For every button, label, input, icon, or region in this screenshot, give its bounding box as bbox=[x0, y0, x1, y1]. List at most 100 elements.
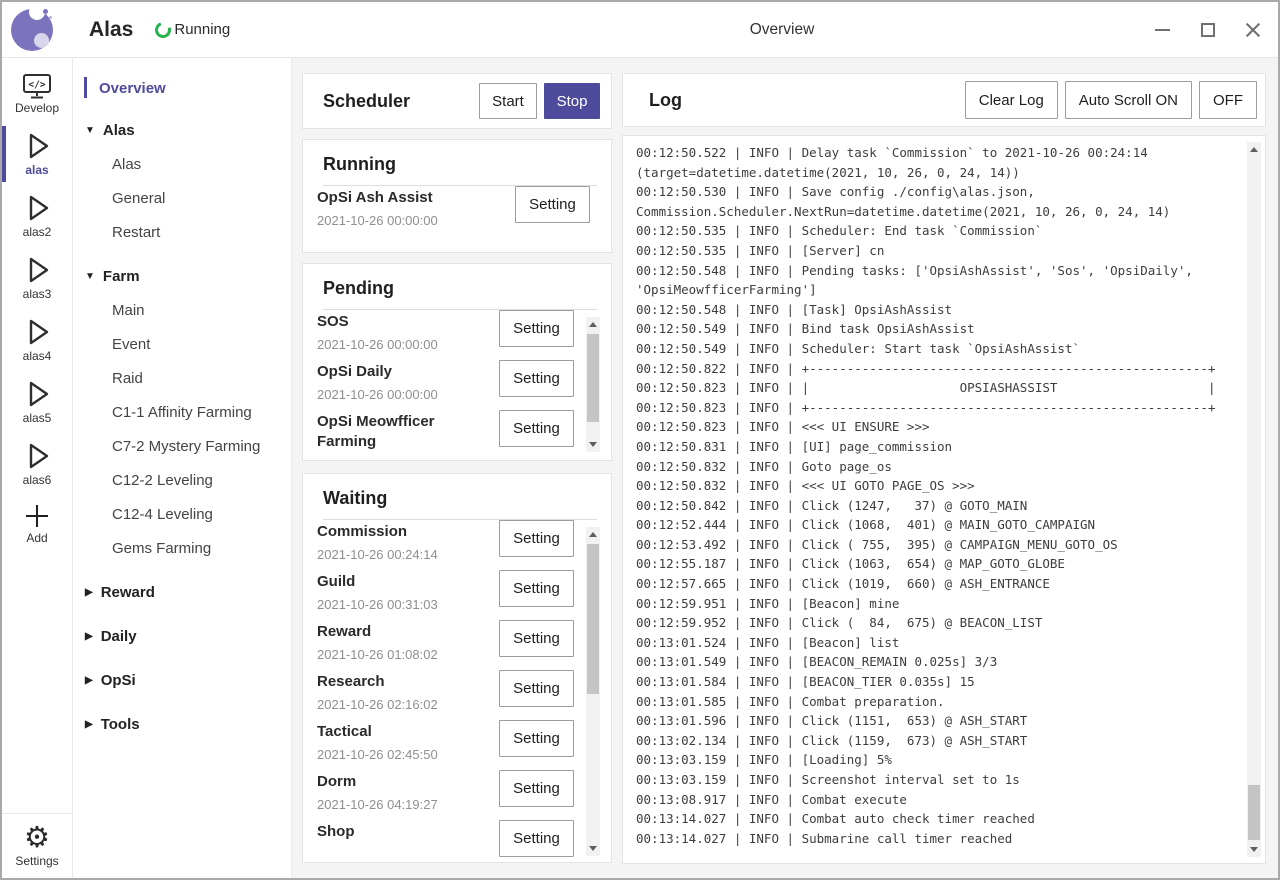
nav-menu-row[interactable]: Restart bbox=[73, 215, 291, 249]
rail-item-settings[interactable]: ⚙ Settings bbox=[2, 813, 72, 878]
nav-menu-row[interactable]: Alas bbox=[73, 147, 291, 181]
start-button[interactable]: Start bbox=[479, 83, 537, 119]
rail-item-develop[interactable]: </> Develop bbox=[2, 66, 72, 123]
rail-instance-label: alas3 bbox=[23, 287, 52, 301]
scrollbar-thumb[interactable] bbox=[587, 334, 599, 422]
setting-button[interactable]: Setting bbox=[499, 770, 574, 807]
nav-menu-row[interactable]: C7-2 Mystery Farming bbox=[73, 429, 291, 463]
log-title: Log bbox=[649, 90, 958, 111]
scrollbar-thumb[interactable] bbox=[587, 544, 599, 694]
task-row: Guild 2021-10-26 00:31:03 Setting bbox=[317, 570, 597, 620]
nav-menu-row[interactable]: ▶ Daily bbox=[73, 619, 291, 653]
develop-monitor-icon: </> bbox=[22, 73, 52, 100]
nav-row-label: C7-2 Mystery Farming bbox=[112, 438, 260, 455]
nav-item-overview[interactable]: Overview bbox=[73, 73, 291, 103]
log-line: 00:12:50.548 | INFO | [Task] OpsiAshAssi… bbox=[636, 300, 1265, 320]
title-bar: Alas Running Overview bbox=[2, 2, 1278, 58]
app-title: Alas bbox=[89, 18, 133, 42]
nav-menu-row[interactable]: ▼ Farm bbox=[73, 259, 291, 293]
setting-button[interactable]: Setting bbox=[499, 820, 574, 857]
nav-menu-row[interactable]: Gems Farming bbox=[73, 531, 291, 565]
nav-menu-row[interactable]: Main bbox=[73, 293, 291, 327]
rail-instance-label: alas6 bbox=[23, 473, 52, 487]
rail-instance-item[interactable]: alas4 bbox=[2, 309, 72, 371]
setting-button[interactable]: Setting bbox=[499, 310, 574, 347]
auto-scroll-off-button[interactable]: OFF bbox=[1199, 81, 1257, 119]
nav-menu-row[interactable]: Event bbox=[73, 327, 291, 361]
log-line: 00:13:01.584 | INFO | [BEACON_TIER 0.035… bbox=[636, 672, 1265, 692]
pending-card: Pending SOS 2021-10-26 00:00:00 Setting bbox=[302, 263, 612, 461]
task-name: OpSi Ash Assist bbox=[317, 186, 485, 208]
rail-instance-item[interactable]: alas2 bbox=[2, 185, 72, 247]
gear-icon: ⚙ bbox=[24, 823, 50, 853]
task-row: Shop Setting bbox=[317, 820, 597, 863]
nav-menu: Overview ▼ Alas Alas General bbox=[73, 58, 292, 878]
nav-row-label: Raid bbox=[112, 370, 143, 387]
rail-instance-item[interactable]: alas5 bbox=[2, 371, 72, 433]
setting-button[interactable]: Setting bbox=[499, 620, 574, 657]
setting-button[interactable]: Setting bbox=[499, 720, 574, 757]
scheduler-status: Running bbox=[155, 21, 230, 38]
close-button[interactable] bbox=[1244, 21, 1262, 39]
setting-button[interactable]: Setting bbox=[499, 520, 574, 557]
log-header-card: Log Clear Log Auto Scroll ON OFF bbox=[622, 73, 1266, 127]
maximize-button[interactable] bbox=[1199, 21, 1217, 39]
task-name: OpSi Meowfficer Farming bbox=[317, 410, 485, 452]
task-next-run-time: 2021-10-26 04:19:27 bbox=[317, 797, 485, 812]
nav-menu-row[interactable]: C12-4 Leveling bbox=[73, 497, 291, 531]
setting-button[interactable]: Setting bbox=[499, 360, 574, 397]
play-icon bbox=[21, 130, 53, 162]
setting-button[interactable]: Setting bbox=[499, 670, 574, 707]
scroll-up-arrow-icon[interactable] bbox=[1250, 147, 1258, 152]
setting-button[interactable]: Setting bbox=[499, 570, 574, 607]
nav-row-label: C1-1 Affinity Farming bbox=[112, 404, 252, 421]
scroll-down-arrow-icon[interactable] bbox=[589, 846, 597, 851]
scroll-down-arrow-icon[interactable] bbox=[1250, 847, 1258, 852]
rail-instance-item[interactable]: alas3 bbox=[2, 247, 72, 309]
rail-item-label: Develop bbox=[15, 101, 59, 115]
minimize-button[interactable] bbox=[1154, 21, 1172, 39]
clear-log-button[interactable]: Clear Log bbox=[965, 81, 1058, 119]
rail-instance-item[interactable]: alas bbox=[2, 123, 72, 185]
rail-instance-item[interactable]: alas6 bbox=[2, 433, 72, 495]
waiting-card: Waiting Commission 2021-10-26 00:24:14 S… bbox=[302, 473, 612, 863]
nav-row-label: Alas bbox=[112, 156, 141, 173]
scroll-down-arrow-icon[interactable] bbox=[589, 442, 597, 447]
task-next-run-time: 2021-10-26 00:00:00 bbox=[317, 337, 485, 352]
play-icon bbox=[21, 192, 53, 224]
setting-button[interactable]: Setting bbox=[499, 410, 574, 447]
task-row: Tactical 2021-10-26 02:45:50 Setting bbox=[317, 720, 597, 770]
log-line: 00:13:01.524 | INFO | [Beacon] list bbox=[636, 633, 1265, 653]
task-row: Commission 2021-10-26 00:24:14 Setting bbox=[317, 520, 597, 570]
task-row: Reward 2021-10-26 01:08:02 Setting bbox=[317, 620, 597, 670]
nav-menu-row[interactable]: ▶ Reward bbox=[73, 575, 291, 609]
nav-menu-row[interactable]: ▼ Alas bbox=[73, 113, 291, 147]
pending-scrollbar[interactable] bbox=[586, 317, 600, 452]
nav-menu-row[interactable]: C1-1 Affinity Farming bbox=[73, 395, 291, 429]
nav-menu-row[interactable]: ▶ Tools bbox=[73, 707, 291, 741]
stop-button[interactable]: Stop bbox=[544, 83, 600, 119]
setting-button[interactable]: Setting bbox=[515, 186, 590, 223]
rail-add-label: Add bbox=[26, 531, 47, 545]
nav-menu-row[interactable]: ▶ OpSi bbox=[73, 663, 291, 697]
nav-menu-row[interactable]: C12-2 Leveling bbox=[73, 463, 291, 497]
nav-menu-row[interactable]: Raid bbox=[73, 361, 291, 395]
log-column: Log Clear Log Auto Scroll ON OFF 00:12:5… bbox=[622, 73, 1266, 878]
scroll-up-arrow-icon[interactable] bbox=[589, 322, 597, 327]
log-scrollbar[interactable] bbox=[1247, 142, 1261, 857]
log-line: 00:13:14.027 | INFO | Submarine call tim… bbox=[636, 829, 1265, 849]
scrollbar-thumb[interactable] bbox=[1248, 785, 1260, 840]
waiting-scrollbar[interactable] bbox=[586, 527, 600, 856]
log-line: 00:12:50.535 | INFO | Scheduler: End tas… bbox=[636, 221, 1265, 241]
nav-row-label: Main bbox=[112, 302, 145, 319]
pending-title: Pending bbox=[317, 264, 597, 309]
svg-text:</>: </> bbox=[28, 80, 45, 91]
scroll-up-arrow-icon[interactable] bbox=[589, 532, 597, 537]
log-line: 00:13:01.596 | INFO | Click (1151, 653) … bbox=[636, 711, 1265, 731]
rail-item-add[interactable]: Add bbox=[2, 495, 72, 553]
auto-scroll-on-button[interactable]: Auto Scroll ON bbox=[1065, 81, 1192, 119]
expand-arrow-icon: ▶ bbox=[85, 587, 93, 598]
nav-menu-row[interactable]: General bbox=[73, 181, 291, 215]
nav-row-label: Tools bbox=[101, 716, 140, 733]
play-icon bbox=[21, 440, 53, 472]
